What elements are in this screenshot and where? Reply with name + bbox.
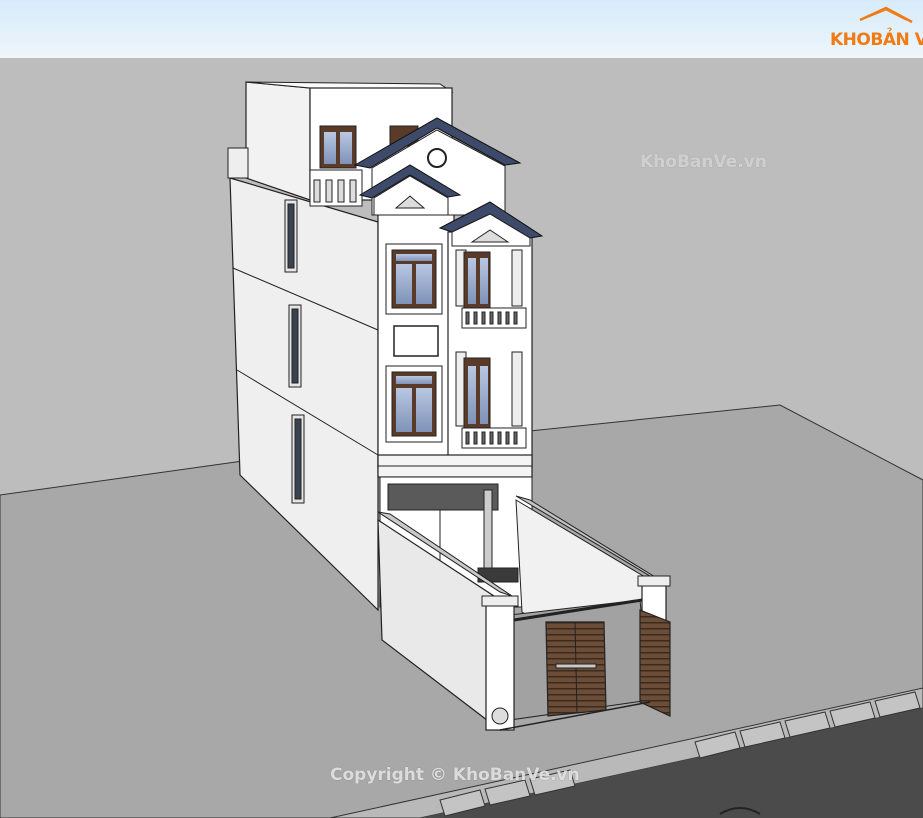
- watermark-top: KhoBanVe.vn: [640, 152, 767, 172]
- logo-text-banve: BẢN VẼ: [870, 30, 923, 50]
- sky: [0, 0, 923, 58]
- house-3d-render: [0, 0, 923, 818]
- brand-logo: KHOBẢN VẼ: [826, 20, 923, 54]
- gate-pillar-left: [481, 595, 519, 731]
- logo-text-kho: KHO: [830, 30, 871, 50]
- window-floor2: [385, 365, 443, 443]
- window-floor3: [385, 243, 443, 315]
- watermark-copyright: Copyright © KhoBanVe.vn: [330, 765, 580, 785]
- facade-sign-panel: [393, 325, 439, 357]
